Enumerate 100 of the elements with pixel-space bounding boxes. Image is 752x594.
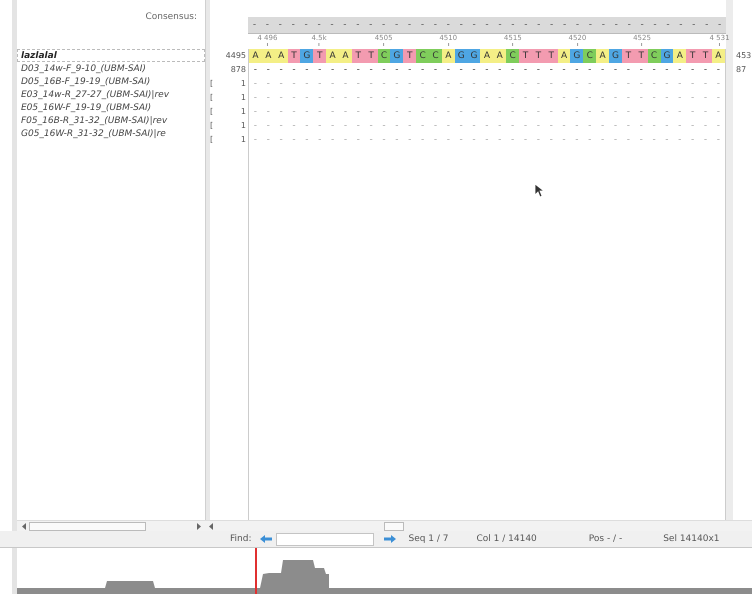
gap-mark: - bbox=[664, 92, 670, 105]
gap-mark: - bbox=[342, 19, 348, 31]
start-position: 1 bbox=[240, 78, 246, 90]
gap-mark: - bbox=[651, 106, 657, 119]
gap-mark: - bbox=[330, 78, 336, 91]
sequence-name[interactable]: D05_16B-F_19-19_(UBM-SAI) bbox=[17, 75, 205, 88]
sequence-name[interactable]: E03_14w-R_27-27_(UBM-SAI)|rev bbox=[17, 88, 205, 101]
sequence-name[interactable]: lazlalal bbox=[17, 49, 205, 62]
sequence-name[interactable]: D03_14w-F_9-10_(UBM-SAI) bbox=[17, 62, 205, 75]
gap-mark: - bbox=[278, 134, 284, 147]
gap-mark: - bbox=[561, 120, 567, 133]
gap-mark: - bbox=[252, 78, 258, 91]
gap-mark: - bbox=[471, 120, 477, 133]
gap-mark: - bbox=[561, 78, 567, 91]
gap-mark: - bbox=[356, 78, 361, 91]
gap-mark: - bbox=[342, 64, 348, 77]
gap-mark: - bbox=[561, 106, 567, 119]
end-position: 453 bbox=[735, 50, 752, 62]
gap-mark: - bbox=[638, 92, 644, 105]
gap-mark: - bbox=[536, 120, 541, 133]
gap-mark: - bbox=[484, 106, 490, 119]
gap-mark: - bbox=[638, 78, 644, 91]
sequence-name[interactable]: F05_16B-R_31-32_(UBM-SAI)|rev bbox=[17, 114, 205, 127]
gap-mark: - bbox=[612, 134, 618, 147]
bracket-mark: [ bbox=[210, 92, 214, 104]
gap-mark: - bbox=[291, 78, 297, 91]
scroll-thumb[interactable] bbox=[384, 522, 404, 530]
gap-mark: - bbox=[626, 92, 631, 105]
gap-mark: - bbox=[278, 106, 284, 119]
gap-mark: - bbox=[291, 92, 297, 105]
scroll-left-icon[interactable] bbox=[21, 522, 27, 530]
base-cell: A bbox=[712, 49, 725, 63]
gap-mark: - bbox=[304, 106, 310, 119]
gap-mark: - bbox=[587, 78, 592, 91]
gap-mark: - bbox=[432, 92, 438, 105]
gap-mark: - bbox=[561, 134, 567, 147]
base-cell: T bbox=[403, 49, 416, 63]
gap-mark: - bbox=[548, 134, 554, 147]
gap-mark: - bbox=[702, 64, 708, 77]
gap-mark: - bbox=[278, 64, 284, 77]
gap-mark: - bbox=[510, 78, 516, 91]
gap-mark: - bbox=[548, 120, 554, 133]
gap-mark: - bbox=[574, 78, 580, 91]
position-marker[interactable] bbox=[255, 548, 257, 594]
gap-mark: - bbox=[549, 19, 554, 31]
gap-mark: - bbox=[612, 92, 618, 105]
base-cell: G bbox=[454, 49, 468, 63]
right-arrow-icon[interactable] bbox=[384, 535, 396, 543]
gap-mark: - bbox=[304, 134, 310, 147]
left-arrow-icon[interactable] bbox=[260, 535, 272, 543]
find-field[interactable] bbox=[276, 532, 374, 546]
scroll-left-icon[interactable] bbox=[208, 522, 214, 530]
gap-mark: - bbox=[317, 92, 322, 105]
gap-mark: - bbox=[394, 120, 400, 133]
gap-mark: - bbox=[356, 106, 361, 119]
gap-mark: - bbox=[368, 92, 374, 105]
gap-mark: - bbox=[432, 134, 438, 147]
gap-mark: - bbox=[651, 134, 657, 147]
gap-mark: - bbox=[497, 134, 502, 147]
find-label: Find: bbox=[230, 534, 252, 544]
gap-mark: - bbox=[677, 64, 682, 77]
gap-mark: - bbox=[394, 92, 400, 105]
gap-mark: - bbox=[432, 78, 438, 91]
position-readout: Pos - / - bbox=[588, 534, 622, 544]
scroll-right-icon[interactable] bbox=[196, 522, 202, 530]
scroll-thumb[interactable] bbox=[29, 522, 146, 530]
gap-mark: - bbox=[458, 92, 464, 105]
gap-mark: - bbox=[278, 120, 284, 133]
gap-mark: - bbox=[342, 120, 348, 133]
gap-mark: - bbox=[407, 64, 412, 77]
gap-mark: - bbox=[665, 19, 671, 31]
sequence-name[interactable]: E05_16W-F_19-19_(UBM-SAI) bbox=[17, 101, 205, 114]
base-cell: T bbox=[532, 49, 545, 63]
gap-mark: - bbox=[432, 64, 438, 77]
gap-mark: - bbox=[420, 19, 426, 31]
start-position: 1 bbox=[240, 106, 246, 118]
gap-mark: - bbox=[651, 64, 657, 77]
gap-mark: - bbox=[458, 134, 464, 147]
gap-mark: - bbox=[587, 134, 592, 147]
base-cell: T bbox=[288, 49, 300, 63]
gap-mark: - bbox=[278, 19, 283, 31]
sequence-name[interactable]: G05_16W-R_31-32_(UBM-SAI)|re bbox=[17, 127, 205, 140]
gap-mark: - bbox=[612, 64, 618, 77]
gap-mark: - bbox=[587, 120, 592, 133]
gap-mark: - bbox=[510, 19, 516, 31]
gap-mark: - bbox=[381, 78, 387, 91]
gap-mark: - bbox=[510, 120, 516, 133]
base-cell: C bbox=[429, 49, 442, 63]
gap-mark: - bbox=[356, 120, 361, 133]
gap-mark: - bbox=[252, 64, 258, 77]
gap-mark: - bbox=[484, 78, 490, 91]
gap-mark: - bbox=[690, 106, 696, 119]
gap-mark: - bbox=[702, 120, 708, 133]
gap-mark: - bbox=[407, 120, 412, 133]
start-position: 1 bbox=[240, 120, 246, 132]
gap-mark: - bbox=[420, 92, 426, 105]
gap-mark: - bbox=[291, 120, 297, 133]
gap-mark: - bbox=[252, 106, 258, 119]
base-cell: G bbox=[390, 49, 404, 63]
gap-mark: - bbox=[612, 106, 618, 119]
